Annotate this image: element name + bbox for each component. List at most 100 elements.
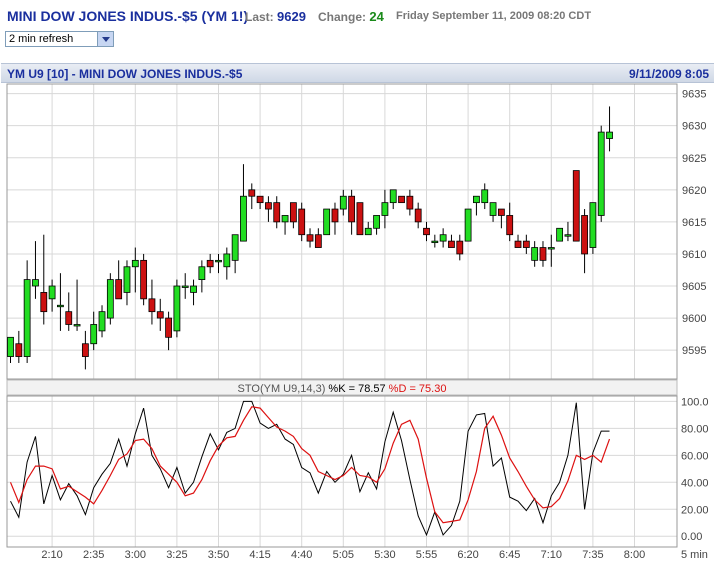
- candle-body-up: [339, 195, 347, 210]
- candle: [265, 196, 272, 222]
- candle-body-down: [289, 202, 297, 223]
- candle: [231, 234, 239, 274]
- candle-body-up: [90, 324, 98, 345]
- candle: [473, 195, 480, 216]
- candle: [40, 234, 48, 325]
- candle-body-up: [215, 259, 222, 263]
- candle: [439, 228, 447, 248]
- candle-body-down: [497, 208, 505, 216]
- sto-grid: [6, 395, 678, 548]
- x-tick-label: 3:25: [166, 549, 187, 561]
- candle-body-up: [531, 247, 539, 261]
- candle: [348, 189, 356, 235]
- sto-d-label: %D = 75.30: [389, 383, 447, 395]
- sto-tick-label: 80.00: [681, 423, 709, 435]
- candle: [314, 228, 322, 248]
- candle-body-down: [40, 292, 48, 313]
- candle: [597, 125, 605, 222]
- candle: [547, 234, 555, 267]
- x-tick-label: 5:30: [374, 549, 395, 561]
- candle-body-down: [356, 202, 364, 236]
- candle: [289, 202, 297, 229]
- x-tick-label: 7:10: [541, 549, 562, 561]
- candle-body-up: [32, 279, 39, 287]
- candle: [273, 196, 281, 229]
- candle: [606, 106, 613, 152]
- candle: [7, 336, 14, 363]
- candle: [240, 164, 247, 242]
- candle-body-up: [323, 208, 331, 236]
- sto-k-line: [10, 400, 610, 537]
- price-candles: [7, 106, 613, 370]
- sto-tick-label: 100.0: [681, 396, 709, 408]
- candle-body-down: [148, 298, 156, 313]
- candle: [15, 330, 23, 363]
- candle-body-down: [265, 202, 272, 210]
- candle-body-up: [57, 304, 64, 308]
- candle-body-down: [514, 240, 522, 248]
- candle-body-down: [115, 279, 123, 300]
- x-tick-label: 5:55: [416, 549, 437, 561]
- candle: [256, 195, 264, 210]
- sto-title-line: STO(YM U9,14,3) %K = 78.57 %D = 75.30: [238, 383, 447, 395]
- candle-body-down: [581, 215, 588, 255]
- x-tick-label: 4:40: [291, 549, 312, 561]
- candle: [331, 202, 339, 235]
- candle: [581, 209, 588, 274]
- candle-body-down: [206, 259, 214, 268]
- candle: [373, 215, 380, 235]
- x-tick-label: 6:20: [457, 549, 478, 561]
- sto-title: STO(YM U9,14,3): [238, 383, 329, 395]
- candle-body-down: [506, 215, 514, 236]
- candle-body-down: [331, 208, 339, 223]
- candle: [190, 279, 197, 306]
- candle-body-up: [439, 234, 447, 242]
- x-tick-label: 3:00: [125, 549, 146, 561]
- candle-body-up: [123, 266, 131, 293]
- candle-body-up: [606, 131, 613, 139]
- candle: [497, 208, 505, 229]
- candle-body-down: [165, 317, 172, 338]
- candle: [115, 260, 123, 300]
- price-axis: 9595 9600 9605 9610 9615 9620 9625 9630 9635: [682, 89, 706, 358]
- x-tick-label: 5:05: [333, 549, 354, 561]
- candle-body-down: [65, 311, 73, 325]
- x-tick-label: 7:35: [582, 549, 603, 561]
- candle: [556, 227, 564, 242]
- candle: [81, 330, 89, 370]
- candle: [90, 311, 98, 351]
- candle-body-up: [198, 266, 206, 280]
- candle: [522, 234, 530, 254]
- candle: [98, 305, 106, 338]
- price-tick-label: 9630: [682, 121, 706, 133]
- candle: [431, 234, 439, 248]
- candle: [106, 273, 114, 325]
- candle: [398, 195, 405, 204]
- candle: [364, 221, 372, 236]
- candle: [57, 273, 64, 331]
- x-tick-label: 6:45: [499, 549, 520, 561]
- sto-tick-label: 0.00: [681, 531, 702, 543]
- candle-body-down: [15, 343, 23, 357]
- price-tick-label: 9595: [682, 345, 706, 357]
- candle-body-up: [223, 253, 231, 268]
- sto-d-line: [9, 406, 611, 524]
- candle: [181, 273, 189, 299]
- price-tick-label: 9600: [682, 313, 706, 325]
- candle-body-up: [464, 208, 472, 242]
- price-tick-label: 9620: [682, 185, 706, 197]
- x-interval-label: 5 min: [681, 549, 708, 561]
- candle: [356, 202, 364, 236]
- candle: [489, 202, 497, 222]
- x-tick-label: 4:15: [249, 549, 270, 561]
- price-tick-label: 9610: [682, 249, 706, 261]
- candle-body-down: [539, 247, 547, 261]
- candle-body-down: [248, 189, 256, 197]
- candle: [206, 253, 214, 274]
- candle-body-up: [240, 195, 247, 242]
- candle-body-up: [556, 227, 564, 242]
- sto-tick-label: 20.00: [681, 504, 709, 516]
- candle-body-down: [448, 240, 455, 248]
- candle: [448, 234, 455, 248]
- candle-body-up: [281, 215, 289, 223]
